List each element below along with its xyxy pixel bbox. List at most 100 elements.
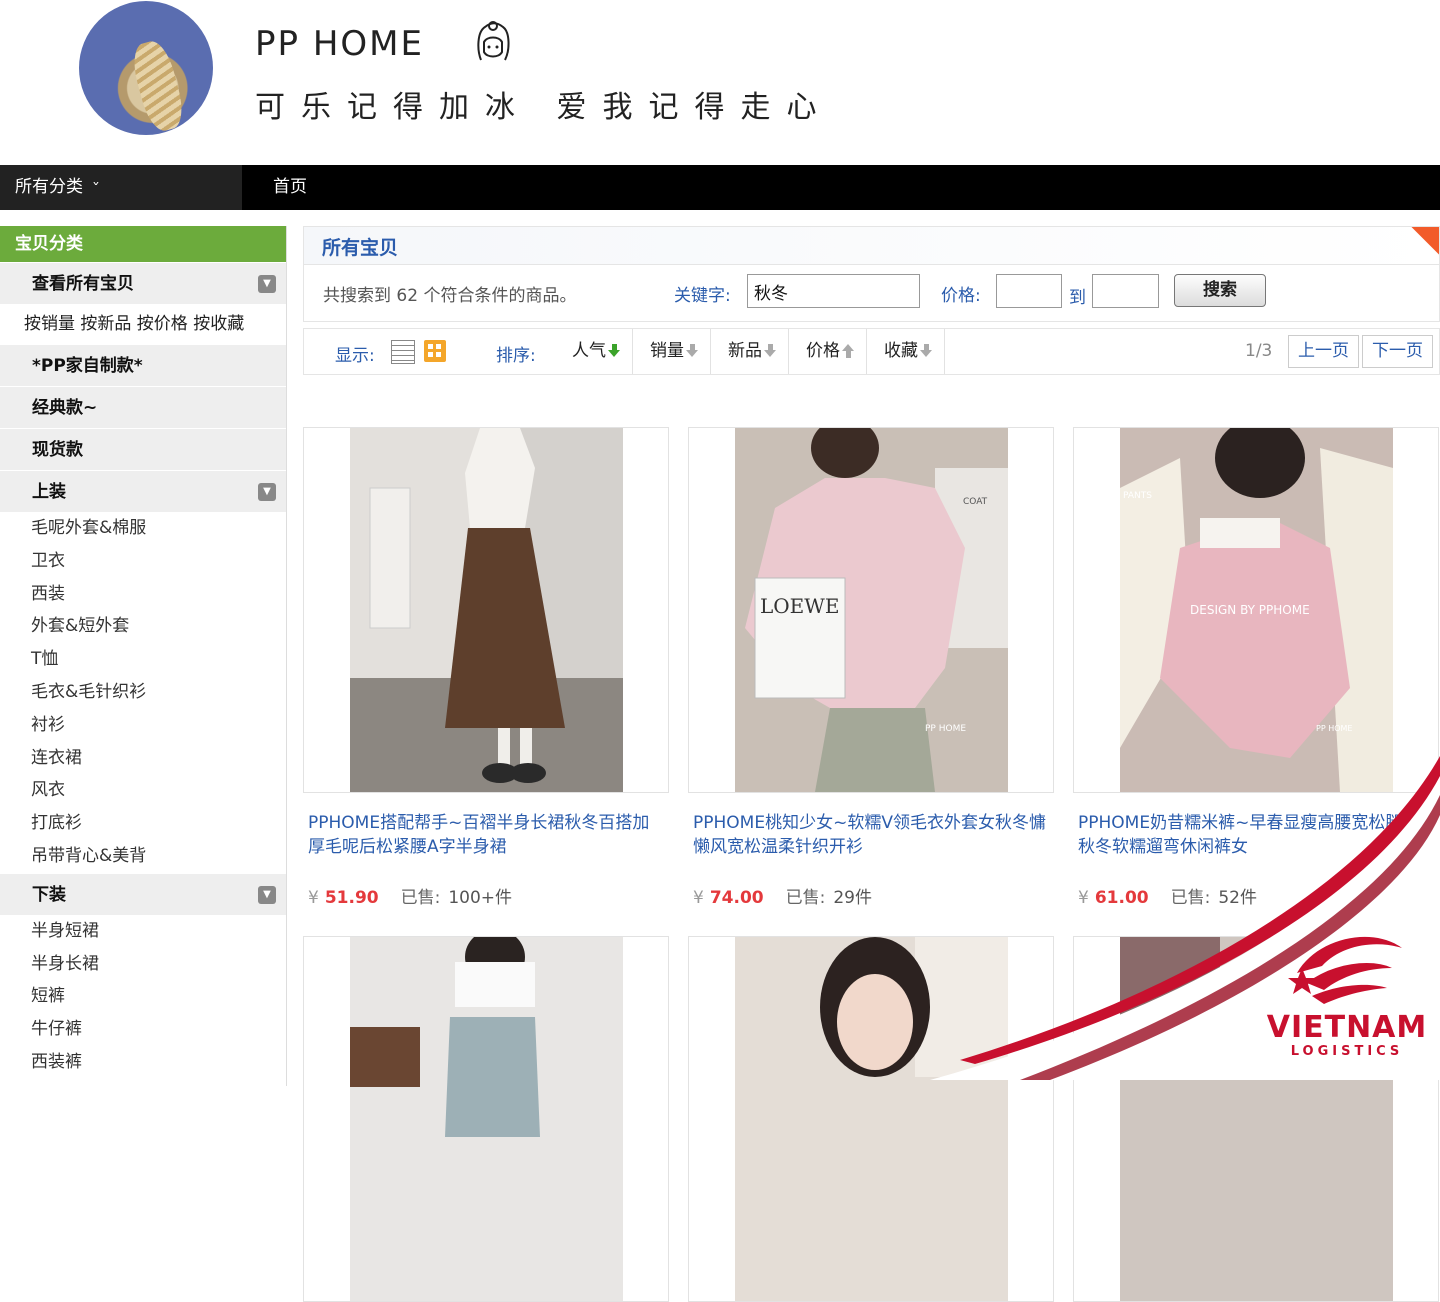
next-page-button[interactable]: 下一页	[1362, 335, 1433, 368]
sort-popularity[interactable]: 人气	[560, 329, 633, 374]
product-image[interactable]	[688, 936, 1054, 1302]
photo-brand-text: PP HOME	[1316, 724, 1352, 733]
price-max-input[interactable]	[1092, 274, 1159, 308]
sidebar-header: 宝贝分类	[0, 226, 286, 262]
vietnam-logistics-logo: VIETNAM LOGISTICS	[1262, 928, 1432, 1063]
sort-option-label: 价格	[806, 341, 840, 361]
sidebar-subitem[interactable]: T恤	[0, 643, 286, 676]
display-label: 显示:	[335, 346, 375, 366]
product-price: 51.90	[324, 888, 379, 908]
sort-option-label: 销量	[650, 341, 684, 361]
sidebar-item-bottoms[interactable]: 下装 ▼	[0, 872, 286, 915]
grid-view-icon[interactable]	[424, 340, 446, 362]
sold-count: 52件	[1218, 888, 1257, 908]
sort-favorites[interactable]: 收藏	[872, 329, 945, 374]
sidebar-subitem[interactable]: 毛呢外套&棉服	[0, 512, 286, 545]
prev-page-button[interactable]: 上一页	[1288, 335, 1359, 368]
sidebar-item-pp-custom[interactable]: *PP家自制款*	[0, 344, 286, 386]
page-title: 所有宝贝	[322, 237, 399, 259]
keyword-input[interactable]	[747, 274, 920, 308]
sort-down-icon	[764, 344, 776, 358]
sort-new[interactable]: 新品	[716, 329, 789, 374]
search-button[interactable]: 搜索	[1174, 274, 1266, 307]
shop-banner: PP HOME 可乐记得加冰 爱我记得走心	[0, 0, 1440, 165]
product-image[interactable]: PANTS DESIGN BY PPHOME PP HOME	[1073, 427, 1439, 793]
sold-label: 已售:	[785, 888, 826, 908]
product-image[interactable]	[303, 936, 669, 1302]
shop-avatar[interactable]	[79, 1, 213, 135]
sidebar-item-classic[interactable]: 经典款~	[0, 386, 286, 428]
product-photo	[350, 428, 623, 792]
product-price: 61.00	[1094, 888, 1149, 908]
sidebar-subitem[interactable]: 卫衣	[0, 545, 286, 578]
sidebar-item-view-all[interactable]: 查看所有宝贝 ▼	[0, 262, 286, 304]
sidebar-subitem[interactable]: 短裤	[0, 980, 286, 1013]
sidebar-subitem[interactable]: 半身短裙	[0, 915, 286, 948]
product-card[interactable]	[303, 936, 669, 1302]
sidebar-subitem[interactable]: 毛衣&毛针织衫	[0, 676, 286, 709]
keyword-label: 关键字:	[674, 286, 731, 306]
all-categories-label: 所有分类	[15, 177, 83, 197]
collapse-toggle-icon[interactable]: ▼	[258, 275, 276, 293]
product-meta: ¥61.00 已售: 52件	[1073, 883, 1439, 908]
product-card[interactable]: PPHOME搭配帮手~百褶半身长裙秋冬百搭加厚毛呢后松紧腰A字半身裙 ¥51.9…	[303, 427, 669, 908]
product-image[interactable]: LOEWE COAT PP HOME	[688, 427, 1054, 793]
sidebar-subitem[interactable]: 西装	[0, 578, 286, 611]
list-view-icon[interactable]	[391, 340, 415, 364]
sidebar-subitem[interactable]: 衬衫	[0, 709, 286, 742]
sidebar-subitem[interactable]: 牛仔裤	[0, 1013, 286, 1046]
sidebar-item-in-stock[interactable]: 现货款	[0, 428, 286, 470]
product-photo	[735, 937, 1008, 1301]
sidebar-subitem[interactable]: 吊带背心&美背	[0, 840, 286, 873]
sidebar-subitem[interactable]: 连衣裙	[0, 742, 286, 775]
collapse-toggle-icon[interactable]: ▼	[258, 483, 276, 501]
sidebar-subitem[interactable]: 半身长裙	[0, 948, 286, 981]
sidebar-subitem[interactable]: 风衣	[0, 774, 286, 807]
sort-option-label: 收藏	[884, 341, 918, 361]
sort-sales[interactable]: 销量	[638, 329, 711, 374]
currency-symbol: ¥	[1078, 888, 1089, 908]
sort-option-label: 新品	[728, 341, 762, 361]
product-card[interactable]: LOEWE COAT PP HOME PPHOME桃知少女~软糯V领毛衣外套女秋…	[688, 427, 1054, 908]
product-photo	[350, 937, 623, 1301]
nav-home-link[interactable]: 首页	[273, 165, 307, 210]
sidebar-item-label: 上装	[32, 482, 66, 502]
bag-brand-text: LOEWE	[760, 594, 839, 618]
shop-slogan: 可乐记得加冰 爱我记得走心	[255, 90, 833, 125]
result-summary: 共搜索到 62 个符合条件的商品。	[323, 286, 577, 306]
main-title-bar: 所有宝贝	[303, 226, 1440, 264]
product-title[interactable]: PPHOME桃知少女~软糯V领毛衣外套女秋冬慵懒风宽松温柔针织开衫	[688, 811, 1054, 859]
collapse-toggle-icon[interactable]: ▼	[258, 885, 276, 904]
search-bar: 共搜索到 62 个符合条件的商品。 关键字: 价格: 到 搜索	[303, 264, 1440, 322]
sidebar-sort-links[interactable]: 按销量 按新品 按价格 按收藏	[0, 304, 286, 344]
category-sidebar: 宝贝分类 查看所有宝贝 ▼ 按销量 按新品 按价格 按收藏 *PP家自制款* 经…	[0, 226, 287, 1086]
product-card[interactable]	[688, 936, 1054, 1302]
currency-symbol: ¥	[308, 888, 319, 908]
sidebar-subitem[interactable]: 西装裤	[0, 1046, 286, 1079]
all-categories-menu[interactable]: 所有分类 ˅	[0, 165, 242, 210]
product-meta: ¥51.90 已售: 100+件	[303, 883, 669, 908]
sold-count: 100+件	[448, 888, 513, 908]
product-meta: ¥74.00 已售: 29件	[688, 883, 1054, 908]
sort-price[interactable]: 价格	[794, 329, 867, 374]
currency-symbol: ¥	[693, 888, 704, 908]
product-card[interactable]: PANTS DESIGN BY PPHOME PP HOME PPHOME奶昔糯…	[1073, 427, 1439, 908]
product-title[interactable]: PPHOME搭配帮手~百褶半身长裙秋冬百搭加厚毛呢后松紧腰A字半身裙	[303, 811, 669, 859]
shop-name: PP HOME	[255, 24, 424, 64]
product-title[interactable]: PPHOME奶昔糯米裤~早春显瘦高腰宽松腿裤秋冬软糯遛弯休闲裤女	[1073, 811, 1439, 859]
photo-tag-text: PANTS	[1123, 491, 1152, 501]
sidebar-subitem[interactable]: 外套&短外套	[0, 610, 286, 643]
corner-flag-icon	[1405, 227, 1439, 261]
product-image[interactable]	[303, 427, 669, 793]
sidebar-item-tops[interactable]: 上装 ▼	[0, 470, 286, 512]
photo-watermark-text: PP HOME	[925, 724, 966, 734]
sidebar-item-label: 下装	[32, 884, 66, 905]
sort-bar: 显示: 排序: 人气 销量 新品 价格 收藏 1/3 上一页 下一页	[303, 328, 1440, 375]
price-min-input[interactable]	[996, 274, 1062, 308]
logo-subtitle: LOGISTICS	[1290, 1044, 1404, 1059]
sidebar-subitem[interactable]: 打底衫	[0, 807, 286, 840]
logo-word: VIETNAM	[1266, 1010, 1428, 1045]
sort-label: 排序:	[496, 346, 536, 366]
sort-down-icon	[608, 344, 620, 358]
sidebar-item-label: 查看所有宝贝	[32, 274, 134, 294]
